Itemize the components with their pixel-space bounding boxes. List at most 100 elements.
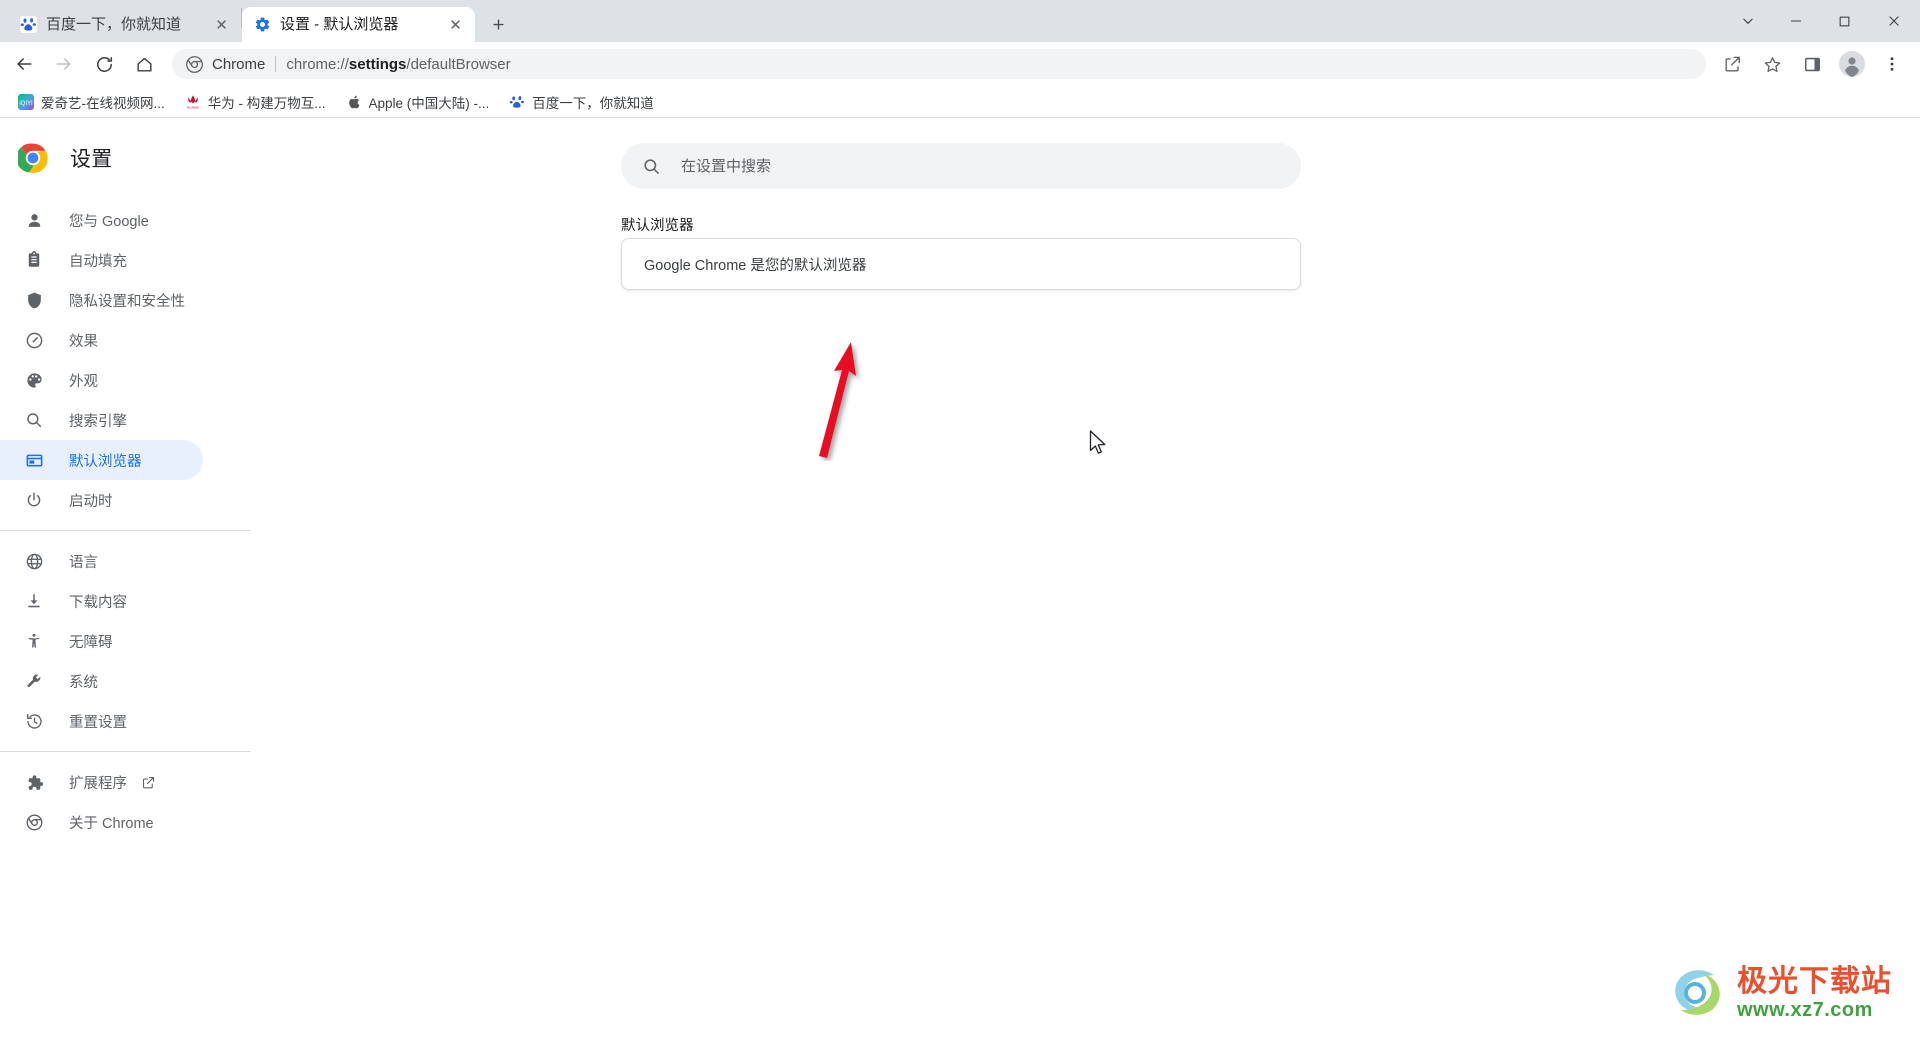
browser-title-bar: 百度一下，你就知道 ✕ 设置 - 默认浏览器 ✕ xyxy=(0,0,1920,42)
sidebar-item-extensions[interactable]: 扩展程序 xyxy=(0,762,203,802)
new-tab-button[interactable] xyxy=(481,7,515,41)
open-in-new-icon[interactable] xyxy=(141,775,156,790)
bookmark-label: 爱奇艺-在线视频网... xyxy=(41,95,165,111)
power-icon xyxy=(24,490,44,510)
tab-search-chevron-down-icon[interactable] xyxy=(1724,0,1772,42)
section-title-default-browser: 默认浏览器 xyxy=(621,218,694,234)
search-box[interactable] xyxy=(621,143,1301,189)
close-icon[interactable]: ✕ xyxy=(446,15,465,34)
site-watermark: 极光下载站 www.xz7.com xyxy=(1667,965,1892,1021)
sidebar-item-about-chrome[interactable]: 关于 Chrome xyxy=(0,802,203,842)
sidebar-item-privacy-security[interactable]: 隐私设置和安全性 xyxy=(0,280,203,320)
settings-nav-group-1: 您与 Google 自动填充 隐私设置和安全性 效果 外观 搜索引擎 默认浏览器… xyxy=(0,190,251,520)
sidebar-item-reset-settings[interactable]: 重置设置 xyxy=(0,701,203,741)
settings-header: 设置 xyxy=(0,126,251,190)
search-input[interactable] xyxy=(679,156,1281,176)
sidebar-item-label: 重置设置 xyxy=(69,714,127,731)
svg-text:iQIYI: iQIYI xyxy=(19,101,33,107)
sidebar-item-label: 您与 Google xyxy=(69,213,149,230)
puzzle-icon xyxy=(24,772,44,792)
omnibox-brand-label: Chrome xyxy=(212,55,266,73)
omnibox-divider xyxy=(275,56,277,72)
close-icon[interactable] xyxy=(1868,0,1920,42)
settings-content: 默认浏览器 Google Chrome 是您的默认浏览器 xyxy=(251,118,1920,1039)
side-panel-icon[interactable] xyxy=(1794,46,1830,82)
default-browser-status-text: Google Chrome 是您的默认浏览器 xyxy=(644,257,867,274)
sidebar-item-languages[interactable]: 语言 xyxy=(0,541,203,581)
sidebar-item-system[interactable]: 系统 xyxy=(0,661,203,701)
sidebar-item-on-startup[interactable]: 启动时 xyxy=(0,480,203,520)
sidebar-item-appearance[interactable]: 外观 xyxy=(0,360,203,400)
settings-gear-icon xyxy=(254,16,271,33)
sidebar-divider-2 xyxy=(0,751,251,752)
close-icon[interactable]: ✕ xyxy=(212,15,231,34)
browser-toolbar: Chrome chrome://settings/defaultBrowser xyxy=(0,42,1920,86)
bookmark-huawei[interactable]: HUAWEI 华为 - 构建万物互... xyxy=(177,89,334,115)
page-title: 设置 xyxy=(70,148,113,171)
home-icon[interactable] xyxy=(126,46,162,82)
iqiyi-icon: iQIYI xyxy=(18,93,34,110)
url-suffix: /defaultBrowser xyxy=(406,55,511,73)
bookmark-label: Apple (中国大陆) -... xyxy=(368,95,490,111)
sidebar-item-label: 扩展程序 xyxy=(69,775,127,792)
browser-window-icon xyxy=(24,450,44,470)
person-icon xyxy=(24,210,44,230)
search-icon xyxy=(24,410,44,430)
toolbar-right-actions xyxy=(1712,46,1912,82)
address-bar[interactable]: Chrome chrome://settings/defaultBrowser xyxy=(172,49,1706,79)
search-icon xyxy=(641,156,661,176)
chrome-outline-icon xyxy=(24,812,44,832)
sidebar-item-label: 下载内容 xyxy=(69,594,127,611)
sidebar-item-label: 无障碍 xyxy=(69,634,113,651)
speedometer-icon xyxy=(24,330,44,350)
settings-page: 设置 您与 Google 自动填充 隐私设置和安全性 效果 外观 搜索引擎 默认… xyxy=(0,118,1920,1039)
chrome-logo-icon xyxy=(186,55,203,73)
sidebar-divider-1 xyxy=(0,530,251,531)
sidebar-item-default-browser[interactable]: 默认浏览器 xyxy=(0,440,203,480)
sidebar-item-downloads[interactable]: 下载内容 xyxy=(0,581,203,621)
forward-icon[interactable] xyxy=(46,46,82,82)
tab-title: 设置 - 默认浏览器 xyxy=(280,15,399,33)
sidebar-item-you-and-google[interactable]: 您与 Google xyxy=(0,200,203,240)
share-icon[interactable] xyxy=(1714,46,1750,82)
bookmark-iqiyi[interactable]: iQIYI 爱奇艺-在线视频网... xyxy=(10,89,173,115)
sidebar-item-performance[interactable]: 效果 xyxy=(0,320,203,360)
bookmark-baidu[interactable]: 百度一下，你就知道 xyxy=(501,89,662,115)
url-prefix: chrome:// xyxy=(286,55,349,73)
red-arrow-annotation xyxy=(819,342,856,458)
clipboard-icon xyxy=(24,250,44,270)
settings-search-wrap xyxy=(621,143,1301,189)
chrome-logo-icon xyxy=(16,143,48,173)
watermark-url: www.xz7.com xyxy=(1737,998,1873,1021)
sidebar-item-label: 系统 xyxy=(69,674,98,691)
settings-sidebar: 设置 您与 Google 自动填充 隐私设置和安全性 效果 外观 搜索引擎 默认… xyxy=(0,118,251,1039)
tab-settings[interactable]: 设置 - 默认浏览器 ✕ xyxy=(242,7,475,42)
accessibility-icon xyxy=(24,631,44,651)
bookmark-label: 华为 - 构建万物互... xyxy=(207,95,326,111)
sidebar-item-label: 效果 xyxy=(69,333,98,350)
minimize-icon[interactable] xyxy=(1772,0,1820,42)
tab-baidu[interactable]: 百度一下，你就知道 ✕ xyxy=(8,7,241,42)
sidebar-item-accessibility[interactable]: 无障碍 xyxy=(0,621,203,661)
sidebar-item-label: 默认浏览器 xyxy=(69,453,142,470)
bookmark-apple[interactable]: Apple (中国大陆) -... xyxy=(338,89,498,115)
back-icon[interactable] xyxy=(6,46,42,82)
sidebar-item-search-engine[interactable]: 搜索引擎 xyxy=(0,400,203,440)
tab-title: 百度一下，你就知道 xyxy=(46,15,182,33)
settings-nav-group-3: 扩展程序 关于 Chrome xyxy=(0,762,251,842)
shield-icon xyxy=(24,290,44,310)
bookmark-star-icon[interactable] xyxy=(1754,46,1790,82)
sidebar-item-label: 外观 xyxy=(69,373,98,390)
globe-icon xyxy=(24,551,44,571)
bookmark-label: 百度一下，你就知道 xyxy=(532,95,654,111)
reload-icon[interactable] xyxy=(86,46,122,82)
maximize-icon[interactable] xyxy=(1820,0,1868,42)
profile-avatar-icon[interactable] xyxy=(1834,46,1870,82)
sidebar-item-label: 搜索引擎 xyxy=(69,413,127,430)
sidebar-item-autofill[interactable]: 自动填充 xyxy=(0,240,203,280)
apple-icon xyxy=(346,94,362,110)
sidebar-item-label: 语言 xyxy=(69,554,98,571)
more-menu-icon[interactable] xyxy=(1874,46,1910,82)
history-restore-icon xyxy=(24,711,44,731)
download-icon xyxy=(24,591,44,611)
